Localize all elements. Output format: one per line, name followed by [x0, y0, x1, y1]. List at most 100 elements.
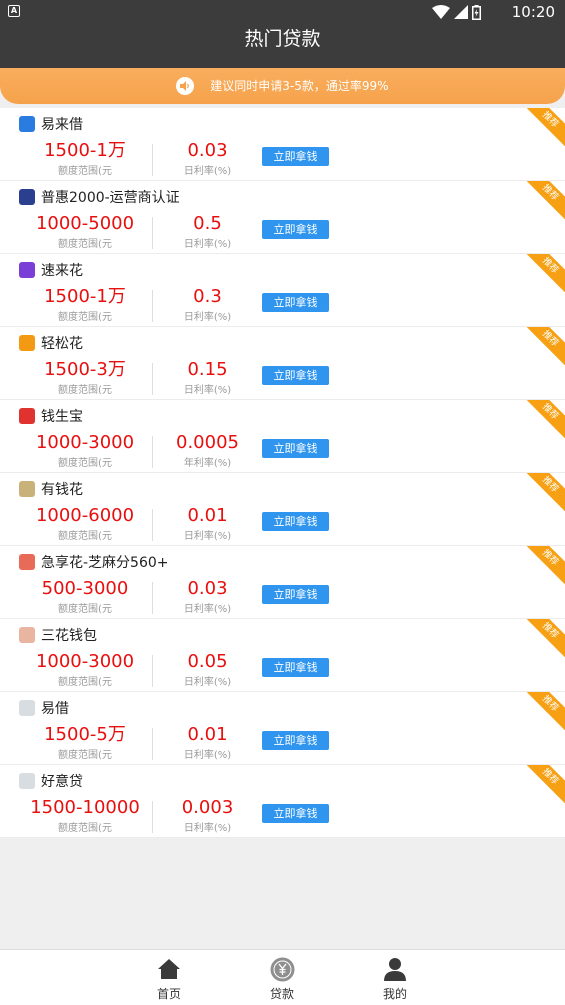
loan-interest-rate: 0.01 [187, 505, 228, 526]
loan-rate-label: 日利率(%) [183, 166, 232, 177]
speaker-icon [176, 76, 195, 95]
loan-amount-range: 1500-1万 [44, 286, 126, 307]
wifi-icon [432, 5, 450, 19]
loan-rate-label: 日利率(%) [183, 604, 232, 615]
app-logo-icon [19, 408, 35, 424]
status-bar: A 10:20 [0, 0, 565, 24]
get-money-button[interactable]: 立即拿钱 [262, 366, 329, 385]
loan-item[interactable]: 三花钱包 1000-3000 额度范围(元 0.05 日利率(%) 立即拿钱 推… [0, 619, 565, 692]
get-money-button[interactable]: 立即拿钱 [262, 658, 329, 677]
loan-amount-range: 1000-5000 [35, 213, 135, 234]
loan-item[interactable]: 速来花 1500-1万 额度范围(元 0.3 日利率(%) 立即拿钱 推荐 [0, 254, 565, 327]
get-money-button[interactable]: 立即拿钱 [262, 512, 329, 531]
get-money-button[interactable]: 立即拿钱 [262, 731, 329, 750]
get-money-button[interactable]: 立即拿钱 [262, 147, 329, 166]
loan-item[interactable]: 轻松花 1500-3万 额度范围(元 0.15 日利率(%) 立即拿钱 推荐 [0, 327, 565, 400]
loan-interest-rate: 0.003 [181, 797, 234, 818]
notification-app-icon: A [8, 5, 20, 17]
notice-text: 建议同时申请3-5款，通过率99% [210, 79, 389, 93]
loan-interest-rate: 0.15 [187, 359, 228, 380]
loan-interest-rate: 0.03 [187, 578, 228, 599]
title-bar: 热门贷款 [0, 24, 565, 68]
loan-amount-label: 额度范围(元 [58, 750, 112, 761]
app-logo-icon [19, 627, 35, 643]
loan-rate-label: 日利率(%) [183, 385, 232, 396]
app-logo-icon [19, 262, 35, 278]
recommended-ribbon: 推荐 [519, 327, 565, 370]
tab-loans-label: 贷款 [269, 987, 294, 1001]
loan-rate-label: 日利率(%) [183, 312, 232, 323]
loan-item[interactable]: 有钱花 1000-6000 额度范围(元 0.01 日利率(%) 立即拿钱 推荐 [0, 473, 565, 546]
app-logo-icon [19, 773, 35, 789]
loan-product-name: 有钱花 [41, 482, 83, 498]
loan-item[interactable]: 好意贷 1500-10000 额度范围(元 0.003 日利率(%) 立即拿钱 … [0, 765, 565, 838]
get-money-button[interactable]: 立即拿钱 [262, 585, 329, 604]
loan-amount-label: 额度范围(元 [58, 458, 112, 469]
loan-product-name: 好意贷 [41, 774, 83, 790]
loan-amount-range: 1000-3000 [35, 432, 135, 453]
tab-home[interactable]: 首页 [139, 956, 199, 1002]
recommended-ribbon: 推荐 [519, 254, 565, 297]
loan-amount-range: 500-3000 [41, 578, 129, 599]
get-money-button[interactable]: 立即拿钱 [262, 220, 329, 239]
divider [152, 144, 153, 176]
loan-item[interactable]: 易来借 1500-1万 额度范围(元 0.03 日利率(%) 立即拿钱 推荐 [0, 108, 565, 181]
loan-item[interactable]: 急享花-芝麻分560+ 500-3000 额度范围(元 0.03 日利率(%) … [0, 546, 565, 619]
divider [152, 290, 153, 322]
cellular-signal-icon [454, 5, 468, 19]
loan-interest-rate: 0.0005 [176, 432, 239, 453]
loan-amount-label: 额度范围(元 [58, 531, 112, 542]
app-logo-icon [19, 189, 35, 205]
battery-icon [472, 4, 481, 20]
loan-amount-label: 额度范围(元 [58, 166, 112, 177]
divider [152, 509, 153, 541]
app-logo-icon [19, 335, 35, 351]
get-money-button[interactable]: 立即拿钱 [262, 293, 329, 312]
notice-banner: 建议同时申请3-5款，通过率99% [0, 68, 565, 104]
loan-amount-label: 额度范围(元 [58, 239, 112, 250]
loan-product-name: 钱生宝 [41, 409, 83, 425]
status-icons [432, 4, 481, 20]
loan-item[interactable]: 钱生宝 1000-3000 额度范围(元 0.0005 年利率(%) 立即拿钱 … [0, 400, 565, 473]
divider [152, 801, 153, 833]
loan-rate-label: 日利率(%) [183, 531, 232, 542]
loan-amount-range: 1000-3000 [35, 651, 135, 672]
loan-amount-range: 1500-1万 [44, 140, 126, 161]
recommended-ribbon: 推荐 [519, 765, 565, 808]
loan-rate-label: 日利率(%) [183, 239, 232, 250]
loan-amount-label: 额度范围(元 [58, 385, 112, 396]
loan-item[interactable]: 易借 1500-5万 额度范围(元 0.01 日利率(%) 立即拿钱 推荐 [0, 692, 565, 765]
recommended-ribbon: 推荐 [519, 473, 565, 516]
divider [152, 217, 153, 249]
loan-amount-range: 1000-6000 [35, 505, 135, 526]
loan-interest-rate: 0.03 [187, 140, 228, 161]
app-logo-icon [19, 481, 35, 497]
person-icon [365, 956, 425, 982]
divider [152, 363, 153, 395]
get-money-button[interactable]: 立即拿钱 [262, 804, 329, 823]
divider [152, 582, 153, 614]
page-title: 热门贷款 [244, 28, 321, 50]
loan-amount-label: 额度范围(元 [58, 604, 112, 615]
loan-product-name: 易借 [41, 701, 69, 717]
loan-list: 易来借 1500-1万 额度范围(元 0.03 日利率(%) 立即拿钱 推荐 普… [0, 108, 565, 838]
loan-rate-label: 日利率(%) [183, 677, 232, 688]
loan-rate-label: 年利率(%) [183, 458, 232, 469]
get-money-button[interactable]: 立即拿钱 [262, 439, 329, 458]
loan-product-name: 轻松花 [41, 336, 83, 352]
recommended-ribbon: 推荐 [519, 400, 565, 443]
tab-profile[interactable]: 我的 [365, 956, 425, 1002]
loan-amount-range: 1500-10000 [30, 797, 140, 818]
loan-amount-label: 额度范围(元 [58, 312, 112, 323]
home-icon [139, 956, 199, 982]
loan-amount-label: 额度范围(元 [58, 823, 112, 834]
app-logo-icon [19, 700, 35, 716]
tab-loans[interactable]: 贷款 [252, 956, 312, 1002]
status-time: 10:20 [511, 3, 555, 21]
tab-profile-label: 我的 [382, 987, 407, 1001]
recommended-ribbon: 推荐 [519, 181, 565, 224]
loan-interest-rate: 0.05 [187, 651, 228, 672]
loan-product-name: 易来借 [41, 117, 83, 133]
loan-item[interactable]: 普惠2000-运营商认证 1000-5000 额度范围(元 0.5 日利率(%)… [0, 181, 565, 254]
divider [152, 655, 153, 687]
